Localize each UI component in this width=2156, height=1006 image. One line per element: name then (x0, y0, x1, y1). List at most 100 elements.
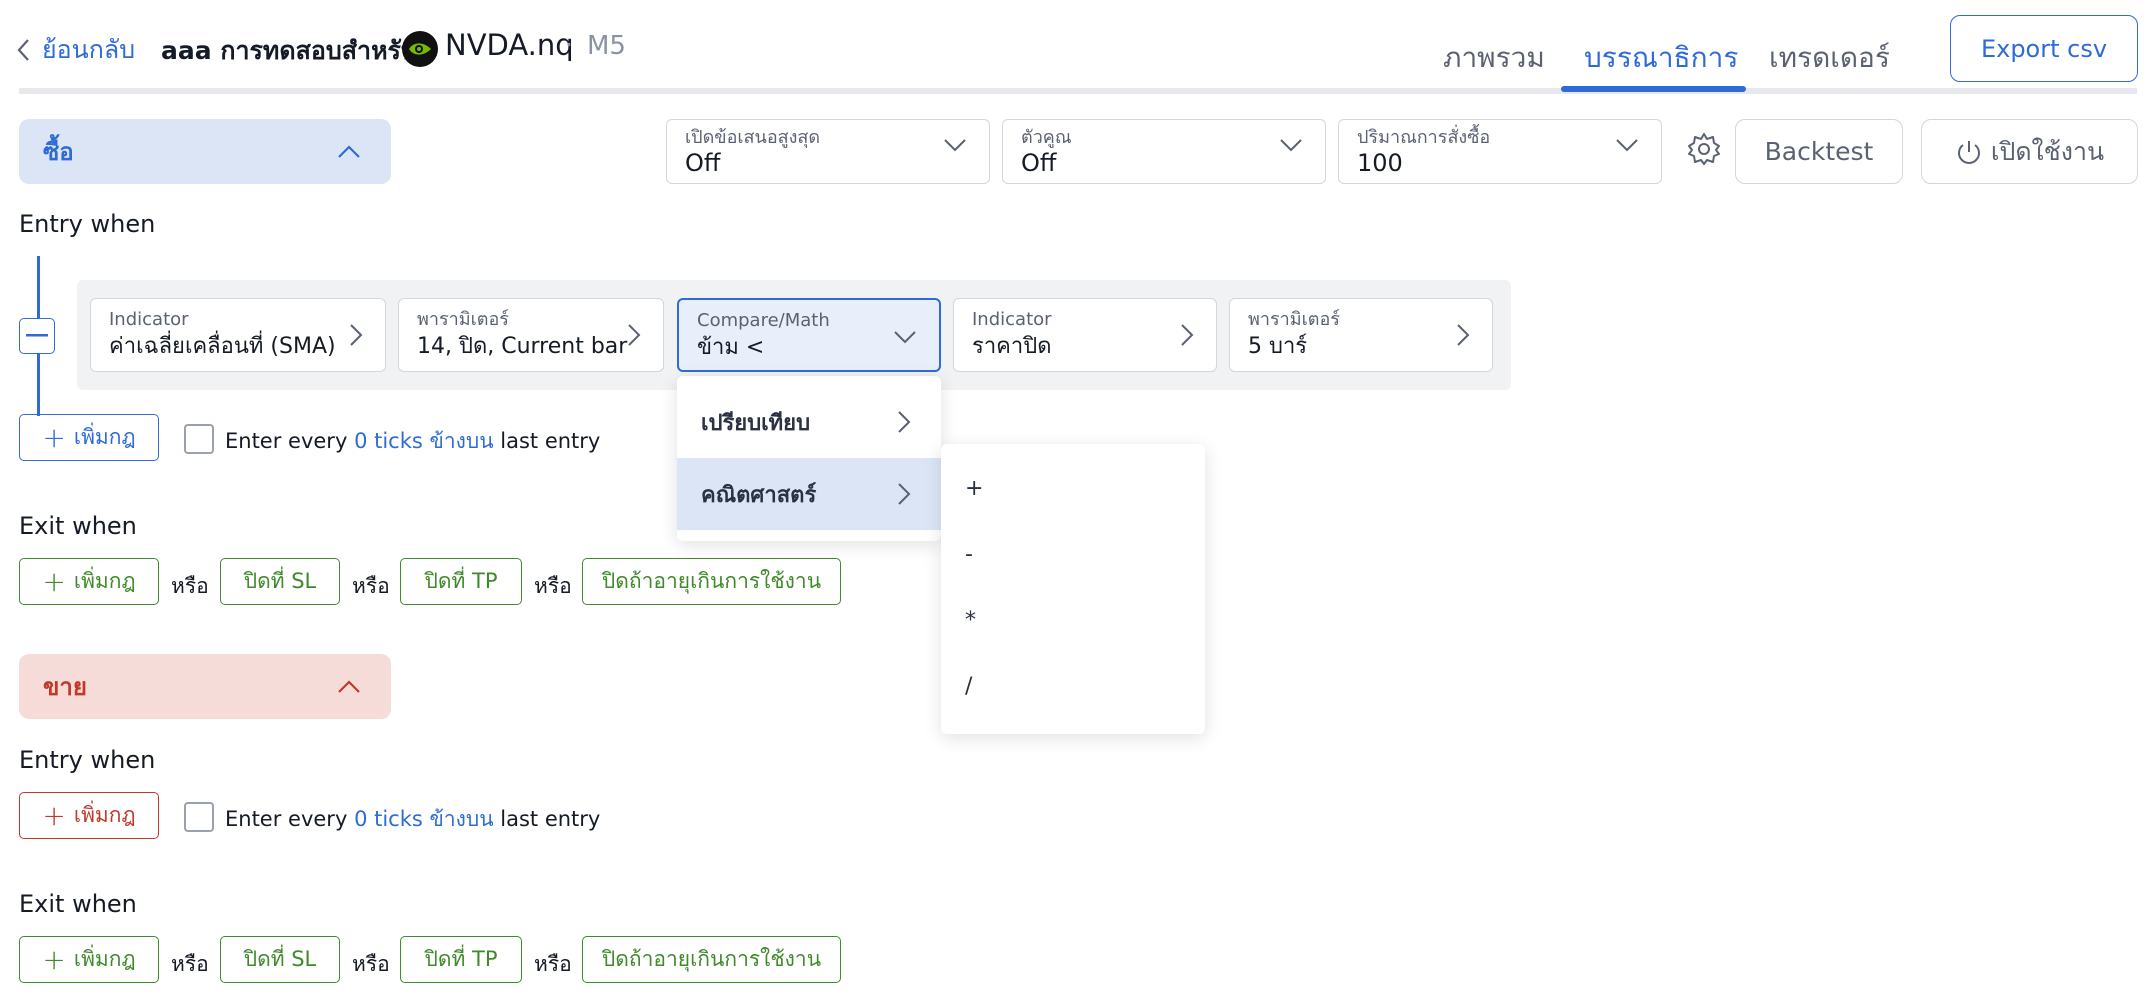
or-label: หรือ (534, 952, 572, 976)
compare-math-select[interactable]: Compare/Math ข้าม < (677, 298, 941, 372)
indicator-select-2[interactable]: Indicator ราคาปิด (953, 298, 1217, 372)
params-select-2[interactable]: พารามิเตอร์ 5 บาร์ (1229, 298, 1493, 372)
separator-dot: · (565, 30, 573, 59)
chevron-up-icon (338, 679, 360, 693)
or-label: หรือ (534, 574, 572, 598)
enable-label: เปิดใช้งาน (1990, 136, 2105, 166)
menu-item-label: เปรียบเทียบ (701, 410, 811, 436)
enter-every-post: last entry (500, 429, 601, 453)
close-expire-button[interactable]: ปิดถ้าอายุเกินการใช้งาน (582, 558, 841, 605)
chevron-down-icon (894, 331, 916, 344)
enter-every-pre: Enter every (225, 429, 348, 453)
close-tp-button[interactable]: ปิดที่ TP (400, 936, 522, 983)
exit-add-rule-button[interactable]: + เพิ่มกฎ (19, 558, 159, 605)
indicator-value: ค่าเฉลี่ยเคลื่อนที่ (SMA) (109, 334, 336, 359)
sell-exit-label: Exit when (19, 890, 137, 918)
compare-math-menu: เปรียบเทียบ คณิตศาสตร์ (677, 376, 941, 541)
tab-traders[interactable]: เทรดเดอร์ (1769, 36, 1890, 80)
enable-button[interactable]: เปิดใช้งาน (1921, 119, 2138, 184)
tab-divider (19, 88, 2137, 94)
gear-icon[interactable] (1686, 131, 1722, 167)
quantity-select[interactable]: ปริมาณการสั่งซื้อ 100 (1338, 119, 1662, 184)
close-sl-button[interactable]: ปิดที่ SL (220, 936, 340, 983)
chevron-right-icon (898, 483, 911, 505)
add-rule-label: เพิ่มกฎ (73, 569, 136, 593)
sell-title: ขาย (43, 673, 87, 701)
sell-exit-add-rule-button[interactable]: + เพิ่มกฎ (19, 936, 159, 983)
chevron-right-icon (350, 324, 363, 346)
back-link[interactable]: ย้อนกลับ (16, 30, 135, 70)
math-op-divide[interactable]: / (965, 674, 972, 699)
active-tab-indicator (1561, 86, 1746, 92)
chevron-left-icon (17, 39, 29, 61)
math-op-minus[interactable]: - (965, 542, 973, 567)
max-offer-select[interactable]: เปิดข้อเสนอสูงสุด Off (666, 119, 990, 184)
add-rule-label: เพิ่มกฎ (73, 425, 136, 449)
sell-entry-label: Entry when (19, 746, 156, 774)
enter-every-text: Enter every 0 ticks ข้างบน last entry (225, 425, 600, 458)
export-csv-button[interactable]: Export csv (1950, 15, 2138, 82)
chevron-down-icon (944, 139, 966, 152)
nvidia-logo-icon (402, 31, 438, 67)
chevron-right-icon (898, 411, 911, 433)
indicator-label: Indicator (109, 309, 189, 330)
tab-editor[interactable]: บรรณาธิการ (1584, 36, 1738, 80)
enter-every-pre: Enter every (225, 807, 348, 831)
add-rule-label: เพิ่มกฎ (73, 947, 136, 971)
enter-every-checkbox[interactable] (184, 424, 214, 454)
minus-icon (26, 334, 48, 337)
tab-overview[interactable]: ภาพรวม (1443, 36, 1545, 80)
chevron-down-icon (1280, 139, 1302, 152)
chevron-up-icon (338, 144, 360, 158)
chevron-down-icon (1616, 139, 1638, 152)
compare-label: Compare/Math (697, 310, 830, 331)
close-tp-button[interactable]: ปิดที่ TP (400, 558, 522, 605)
params-select-1[interactable]: พารามิเตอร์ 14, ปิด, Current bar (398, 298, 664, 372)
menu-item-math[interactable]: คณิตศาสตร์ (677, 458, 941, 530)
strategy-name: aaa การทดสอบสำหรับ (161, 36, 417, 65)
menu-item-label: คณิตศาสตร์ (701, 482, 817, 508)
top-bar: ย้อนกลับ aaa การทดสอบสำหรับ NVDA.nq · M5… (0, 0, 2156, 96)
buy-section-header[interactable]: ซื้อ (19, 119, 391, 184)
power-icon (1957, 140, 1980, 164)
or-label: หรือ (171, 952, 209, 976)
plus-icon: + (42, 421, 66, 454)
plus-icon: + (42, 799, 66, 832)
close-sl-button[interactable]: ปิดที่ SL (220, 558, 340, 605)
chevron-right-icon (1181, 324, 1194, 346)
plus-icon: + (42, 943, 66, 976)
sell-add-rule-button[interactable]: + เพิ่มกฎ (19, 792, 159, 839)
timeframe-label: M5 (587, 31, 626, 61)
or-label: หรือ (352, 574, 390, 598)
math-op-multiply[interactable]: * (965, 608, 976, 633)
chevron-right-icon (1457, 324, 1470, 346)
multiplier-value: Off (1021, 149, 1057, 177)
chevron-right-icon (628, 324, 641, 346)
backtest-button[interactable]: Backtest (1735, 119, 1903, 184)
max-offer-value: Off (685, 149, 721, 177)
ticks-link[interactable]: 0 ticks ข้างบน (354, 429, 494, 453)
close-expire-button[interactable]: ปิดถ้าอายุเกินการใช้งาน (582, 936, 841, 983)
buy-exit-label: Exit when (19, 512, 137, 540)
back-label: ย้อนกลับ (42, 35, 136, 64)
or-label: หรือ (352, 952, 390, 976)
sell-section-header[interactable]: ขาย (19, 654, 391, 719)
or-label: หรือ (171, 574, 209, 598)
sell-enter-every-checkbox[interactable] (184, 802, 214, 832)
enter-every-post: last entry (500, 807, 601, 831)
ticks-link[interactable]: 0 ticks ข้างบน (354, 807, 494, 831)
math-op-plus[interactable]: + (965, 476, 983, 501)
menu-item-compare[interactable]: เปรียบเทียบ (677, 386, 941, 458)
sell-enter-every-text: Enter every 0 ticks ข้างบน last entry (225, 803, 600, 836)
add-rule-label: เพิ่มกฎ (73, 803, 136, 827)
math-ops-submenu: + - * / (941, 444, 1205, 734)
quantity-value: 100 (1357, 149, 1403, 177)
collapse-rule-button[interactable] (19, 318, 55, 354)
add-rule-button[interactable]: + เพิ่มกฎ (19, 414, 159, 461)
multiplier-select[interactable]: ตัวคูณ Off (1002, 119, 1326, 184)
symbol-label: NVDA.nq (445, 28, 574, 62)
buy-entry-label: Entry when (19, 210, 156, 238)
plus-icon: + (42, 565, 66, 598)
indicator-select-1[interactable]: Indicator ค่าเฉลี่ยเคลื่อนที่ (SMA) (90, 298, 386, 372)
buy-title: ซื้อ (43, 138, 74, 166)
